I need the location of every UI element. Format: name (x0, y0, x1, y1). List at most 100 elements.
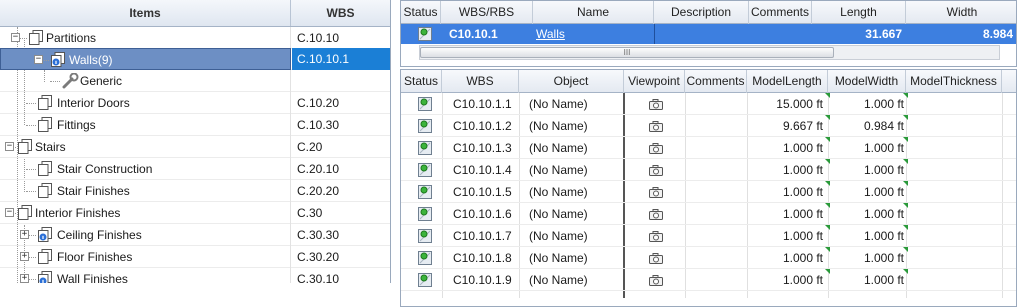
modelthickness-column-header[interactable]: ModelThickness (906, 70, 1002, 93)
tree-row[interactable]: + Wall Finishes C.30.10 (0, 268, 390, 283)
tree-row[interactable]: Generic (0, 70, 390, 92)
scrollbar-thumb[interactable]: III (420, 47, 834, 58)
collapse-icon[interactable]: − (5, 208, 14, 217)
width-column-header[interactable]: Width (906, 1, 1016, 24)
object-row[interactable]: C10.10.1.4 (No Name) 1.000 ft 1.000 ft (401, 159, 1016, 181)
tree-item-wbs[interactable]: C.10.10 (292, 27, 390, 49)
object-model-length: 9.667 ft (782, 119, 823, 133)
tree-row[interactable]: Interior Doors C.10.20 (0, 92, 390, 114)
expand-icon[interactable]: + (20, 252, 29, 261)
tree-item-cell[interactable]: Stair Construction (0, 158, 291, 180)
camera-icon[interactable] (649, 209, 663, 220)
expand-icon[interactable]: + (20, 230, 29, 239)
tree-item-cell[interactable]: − Interior Finishes (0, 202, 291, 224)
summary-length: 31.667 (865, 27, 902, 41)
camera-icon[interactable] (649, 143, 663, 154)
tree-item-cell[interactable]: + Wall Finishes (0, 268, 291, 283)
tree-row[interactable]: Stair Finishes C.20.20 (0, 180, 390, 202)
object-row[interactable]: C10.10.1.1 (No Name) 15.000 ft 1.000 ft (401, 93, 1016, 115)
tree-row[interactable]: Stair Construction C.20.10 (0, 158, 390, 180)
tree-row[interactable]: − Interior Finishes C.30 (0, 202, 390, 224)
items-column-header[interactable]: Items (0, 0, 291, 26)
tree-row[interactable]: + Ceiling Finishes C.30.30 (0, 224, 390, 246)
object-model-width: 0.984 ft (863, 119, 904, 133)
status-column-header[interactable]: Status (401, 70, 442, 93)
object-name: (No Name) (529, 163, 588, 177)
collapse-icon[interactable]: − (5, 142, 14, 151)
horizontal-scrollbar[interactable]: III (419, 45, 1000, 60)
comments-column-header[interactable]: Comments (749, 1, 812, 24)
tree-item-wbs[interactable]: C.30.30 (292, 224, 390, 246)
tree-item-wbs[interactable]: C.30 (292, 202, 390, 224)
viewpoint-column-header[interactable]: Viewpoint (624, 70, 685, 93)
changed-flag-icon (825, 269, 830, 274)
tree-row[interactable]: Fittings C.10.30 (0, 114, 390, 136)
wbs-objects-grid: Status WBS Object Viewpoint Comments Mod… (400, 69, 1017, 307)
tree-item-cell[interactable]: Interior Doors (0, 92, 291, 114)
tree-item-wbs[interactable]: C.20.10 (292, 158, 390, 180)
status-icon (418, 97, 432, 111)
object-model-length: 15.000 ft (776, 97, 823, 111)
object-row[interactable]: C10.10.1.3 (No Name) 1.000 ft 1.000 ft (401, 137, 1016, 159)
status-column-header[interactable]: Status (401, 1, 441, 24)
camera-icon[interactable] (649, 275, 663, 286)
tree-item-label: Stair Finishes (57, 184, 130, 198)
modelwidth-column-header[interactable]: ModelWidth (828, 70, 906, 93)
description-column-header[interactable]: Description (654, 1, 749, 24)
tree-item-cell[interactable]: Fittings (0, 114, 291, 136)
tree-item-wbs[interactable]: C.30.20 (292, 246, 390, 268)
wbs-column-header[interactable]: WBS (291, 0, 390, 26)
tree-item-label: Ceiling Finishes (57, 228, 142, 242)
camera-icon[interactable] (649, 99, 663, 110)
tree-row[interactable]: − Stairs C.20 (0, 136, 390, 158)
tree-item-wbs[interactable]: C.10.10.1 (292, 48, 390, 70)
object-wbs: C10.10.1.5 (453, 185, 512, 199)
tree-item-cell[interactable]: − Partitions (0, 27, 291, 49)
object-wbs: C10.10.1.4 (453, 163, 512, 177)
tree-item-wbs[interactable]: C.30.10 (292, 268, 390, 283)
object-row[interactable]: C10.10.1.8 (No Name) 1.000 ft 1.000 ft (401, 247, 1016, 269)
status-icon (418, 163, 432, 177)
tree-item-wbs[interactable]: C.10.30 (292, 114, 390, 136)
name-column-header[interactable]: Name (533, 1, 654, 24)
camera-icon[interactable] (649, 165, 663, 176)
summary-grid-header: Status WBS/RBS Name Description Comments… (401, 1, 1016, 24)
camera-icon[interactable] (649, 231, 663, 242)
collapse-icon[interactable]: − (11, 33, 20, 42)
tree-item-wbs[interactable]: C.20.20 (292, 180, 390, 202)
tree-item-cell[interactable]: + Floor Finishes (0, 246, 291, 268)
tree-row[interactable]: − Walls(9) C.10.10.1 (0, 48, 390, 70)
object-row[interactable]: C10.10.1.5 (No Name) 1.000 ft 1.000 ft (401, 181, 1016, 203)
expand-icon[interactable]: + (20, 274, 29, 283)
camera-icon[interactable] (649, 121, 663, 132)
object-name: (No Name) (529, 185, 588, 199)
object-row[interactable]: C10.10.1.7 (No Name) 1.000 ft 1.000 ft (401, 225, 1016, 247)
tree-item-cell[interactable]: Generic (0, 70, 291, 92)
wbs-column-header[interactable]: WBS (442, 70, 519, 93)
tree-item-wbs[interactable]: C.10.20 (292, 92, 390, 114)
tree-row[interactable]: − Partitions C.10.10 (0, 27, 390, 49)
tree-item-cell[interactable]: − Walls(9) (0, 48, 291, 70)
summary-name-link[interactable]: Walls (536, 24, 565, 44)
object-row[interactable]: C10.10.1.2 (No Name) 9.667 ft 0.984 ft (401, 115, 1016, 137)
modellength-column-header[interactable]: ModelLength (747, 70, 828, 93)
tree-item-cell[interactable]: Stair Finishes (0, 180, 291, 202)
tree-row[interactable]: + Floor Finishes C.30.20 (0, 246, 390, 268)
wbsrbs-column-header[interactable]: WBS/RBS (441, 1, 533, 24)
collapse-icon[interactable]: − (34, 55, 43, 64)
object-row[interactable]: C10.10.1.9 (No Name) 1.000 ft 1.000 ft (401, 269, 1016, 291)
object-column-header[interactable]: Object (519, 70, 624, 93)
tree-item-cell[interactable]: + Ceiling Finishes (0, 224, 291, 246)
summary-row-selected[interactable]: C10.10.1 Walls 31.667 8.984 (401, 24, 1016, 44)
wbs-page-icon (38, 183, 52, 198)
camera-icon[interactable] (649, 187, 663, 198)
length-column-header[interactable]: Length (812, 1, 906, 24)
tree-item-wbs[interactable]: C.20 (292, 136, 390, 158)
object-row[interactable]: C10.10.1.6 (No Name) 1.000 ft 1.000 ft (401, 203, 1016, 225)
changed-flag-icon (825, 137, 830, 142)
column-divider (654, 24, 655, 44)
tree-item-wbs[interactable] (292, 70, 390, 92)
tree-item-cell[interactable]: − Stairs (0, 136, 291, 158)
camera-icon[interactable] (649, 253, 663, 264)
comments-column-header[interactable]: Comments (685, 70, 747, 93)
